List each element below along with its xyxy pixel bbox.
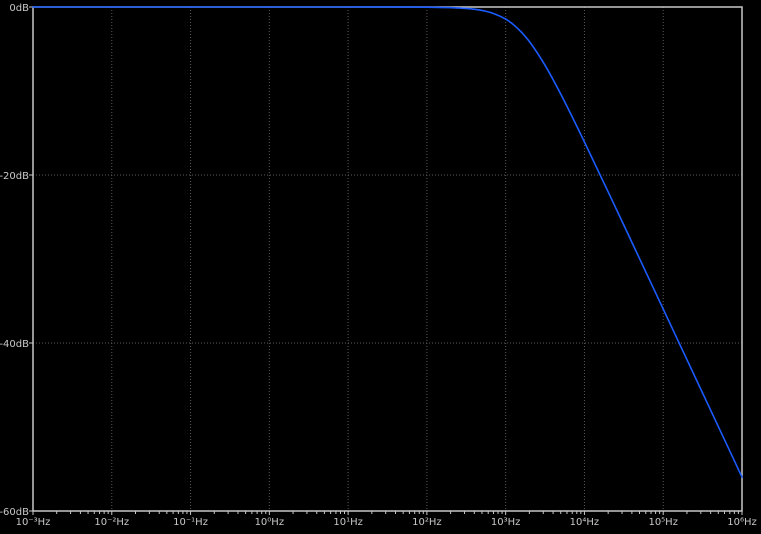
x-tick-labels: 10⁻³Hz 10⁻²Hz 10⁻¹Hz 10⁰Hz 10¹Hz 10²Hz 10³Hz 10… (16, 517, 757, 528)
y-tick-label: -60dB (0, 507, 29, 518)
data-point (662, 308, 665, 310)
data-point (528, 40, 531, 43)
x-tick-label: 10¹Hz (333, 517, 363, 528)
series-line-magnitude (33, 6, 743, 478)
x-tick-label: 10⁻²Hz (94, 517, 129, 528)
data-point (511, 22, 513, 25)
data-point (32, 6, 34, 8)
data-point (544, 64, 546, 67)
data-point (189, 6, 192, 8)
data-point (110, 6, 113, 8)
x-tick-label: 10⁶Hz (727, 517, 757, 528)
data-point (701, 392, 704, 394)
data-point (583, 141, 586, 143)
data-point (741, 476, 743, 478)
grid-lines (33, 7, 742, 511)
data-point (492, 12, 495, 15)
data-point (465, 7, 468, 10)
axes (32, 6, 743, 512)
data-point (426, 6, 428, 8)
x-tick-label: 10⁴Hz (570, 517, 600, 528)
data-point (520, 31, 523, 34)
y-tick-labels: 0dB -20dB -40dB -60dB (0, 3, 29, 518)
data-point (268, 6, 271, 8)
data-point (481, 9, 483, 12)
y-tick-label: -40dB (0, 339, 29, 350)
x-tick-label: 10⁻¹Hz (173, 517, 208, 528)
x-tick-label: 10⁵Hz (648, 517, 678, 528)
data-point (559, 93, 562, 95)
traces (32, 6, 743, 478)
data-point (504, 18, 507, 20)
x-tick-label: 10³Hz (491, 517, 521, 528)
x-tick-label: 10⁰Hz (255, 517, 285, 528)
data-point (623, 224, 625, 226)
y-tick-label: -20dB (0, 171, 29, 182)
plot-frame (32, 6, 743, 512)
x-tick-label: 10²Hz (412, 517, 442, 528)
y-tick-label: 0dB (9, 3, 29, 14)
bode-plot: 10⁻³Hz 10⁻²Hz 10⁻¹Hz 10⁰Hz 10¹Hz 10²Hz 10³Hz 10… (0, 3, 757, 528)
x-tick-label: 10⁻³Hz (16, 517, 51, 528)
data-point (347, 6, 349, 8)
minor-ticks (29, 6, 743, 515)
